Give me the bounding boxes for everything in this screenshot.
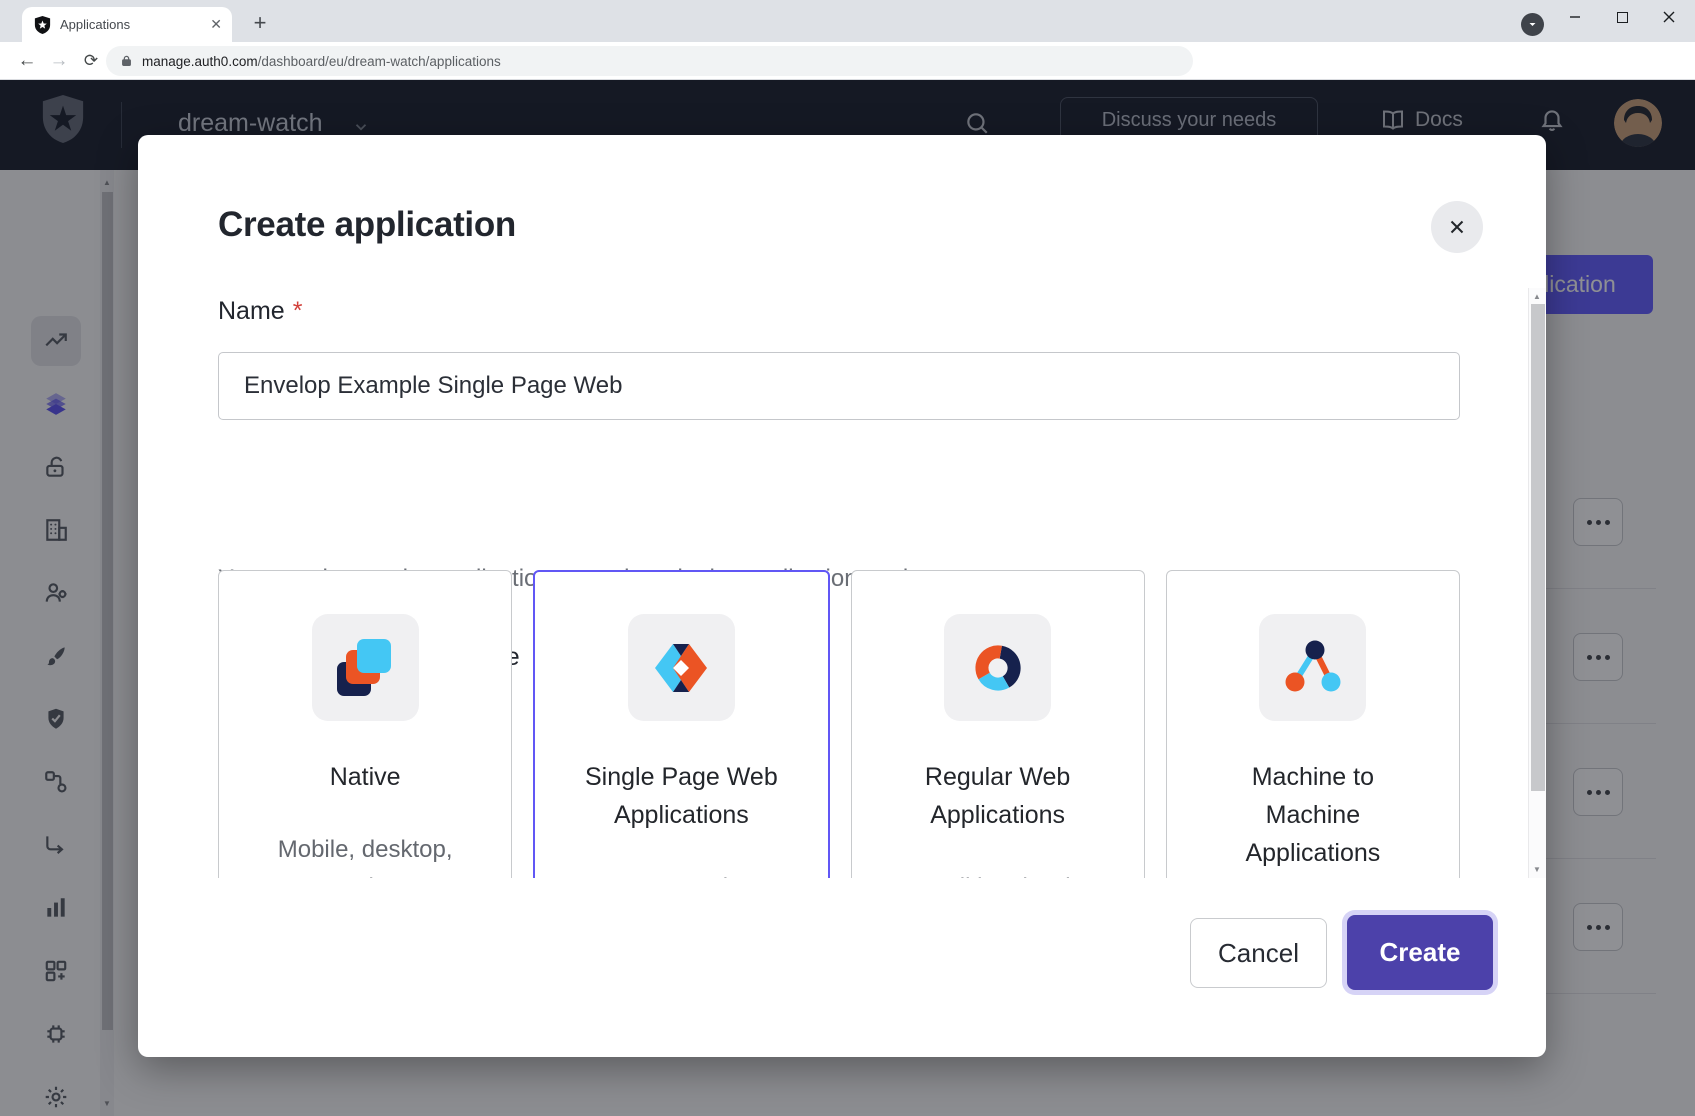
back-button[interactable]: ← xyxy=(14,48,40,74)
required-asterisk: * xyxy=(293,297,303,325)
application-name-input[interactable] xyxy=(218,352,1460,420)
browser-window: Applications ✕ + ← → ⟳ manage.auth0.com/… xyxy=(0,0,1695,1116)
url-domain: manage.auth0.com xyxy=(142,54,258,69)
url-bar[interactable]: manage.auth0.com/dashboard/eu/dream-watc… xyxy=(106,46,1193,76)
tab-bar: Applications ✕ + xyxy=(0,0,1695,42)
auth0-favicon-icon xyxy=(34,16,51,34)
m2m-icon xyxy=(1259,614,1366,721)
tab-close-icon[interactable]: ✕ xyxy=(210,16,222,33)
card-regular-web[interactable]: Regular Web Applications Traditional web xyxy=(851,570,1145,878)
spa-icon xyxy=(628,614,735,721)
card-machine-to-machine[interactable]: Machine to Machine Applications xyxy=(1166,570,1460,878)
forward-button[interactable]: → xyxy=(46,48,72,74)
scrollbar-thumb[interactable] xyxy=(1531,304,1545,791)
scroll-down-icon[interactable]: ▼ xyxy=(1530,865,1544,874)
card-description: Traditional web xyxy=(852,869,1144,878)
scroll-up-icon[interactable]: ▲ xyxy=(1530,292,1544,301)
card-description: Mobile, desktop, CLI and smart xyxy=(219,831,511,878)
card-description: A JavaScript xyxy=(535,869,827,878)
create-button[interactable]: Create xyxy=(1347,915,1493,990)
name-field-label: Name* xyxy=(218,297,302,326)
create-application-modal: Create application Name* You can change … xyxy=(138,135,1546,1057)
application-type-cards: Native Mobile, desktop, CLI and smart Si… xyxy=(218,570,1460,878)
card-title: Machine to Machine Applications xyxy=(1167,758,1459,872)
modal-scrollbar[interactable]: ▲ ▼ xyxy=(1528,288,1546,878)
browser-tab[interactable]: Applications ✕ xyxy=(22,7,232,42)
regular-web-icon xyxy=(944,614,1051,721)
tab-search-button[interactable] xyxy=(1521,13,1544,36)
card-title: Regular Web Applications xyxy=(852,758,1144,834)
reload-button[interactable]: ⟳ xyxy=(78,48,104,74)
card-title: Native xyxy=(219,758,511,796)
cancel-button[interactable]: Cancel xyxy=(1190,918,1327,988)
window-close-button[interactable] xyxy=(1658,6,1680,28)
page-viewport: dream-watch Discuss your needs Docs xyxy=(0,80,1695,1116)
minimize-button[interactable] xyxy=(1564,6,1586,28)
lock-icon xyxy=(120,54,133,68)
native-stack-icon xyxy=(312,614,419,721)
url-path: /dashboard/eu/dream-watch/applications xyxy=(258,54,501,69)
modal-scroll-area: Name* You can change the application nam… xyxy=(138,135,1528,878)
card-single-page-web[interactable]: Single Page Web Applications A JavaScrip… xyxy=(533,570,829,878)
new-tab-button[interactable]: + xyxy=(246,10,274,38)
card-native[interactable]: Native Mobile, desktop, CLI and smart xyxy=(218,570,512,878)
card-title: Single Page Web Applications xyxy=(535,758,827,834)
tab-title: Applications xyxy=(60,17,210,32)
chevron-down-icon xyxy=(1528,20,1537,29)
browser-toolbar: ← → ⟳ manage.auth0.com/dashboard/eu/drea… xyxy=(0,42,1695,80)
maximize-button[interactable] xyxy=(1611,6,1633,28)
